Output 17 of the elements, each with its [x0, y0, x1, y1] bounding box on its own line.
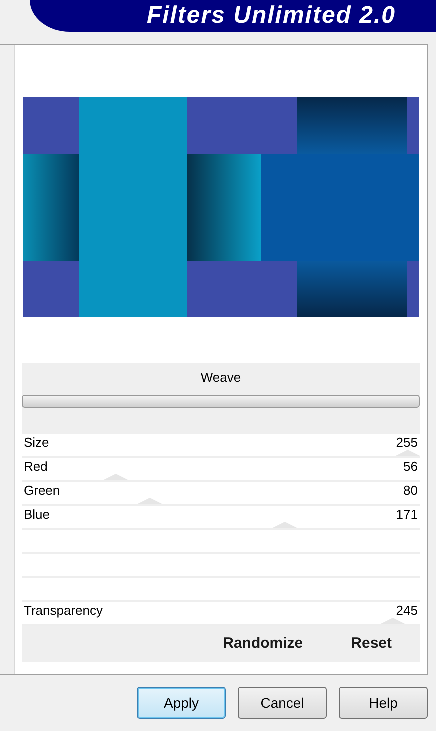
window-title: Filters Unlimited 2.0 [30, 0, 436, 32]
slider-value: 171 [396, 507, 418, 522]
slider-label: Transparency [24, 603, 103, 618]
filter-name: Weave [22, 363, 420, 393]
slider-value: 245 [396, 603, 418, 618]
slider-value: 255 [396, 435, 418, 450]
action-link[interactable]: Randomize [223, 632, 304, 656]
dialog-button[interactable]: Help [339, 687, 428, 719]
slider-label: Red [24, 459, 48, 474]
slider-label: Size [24, 435, 50, 450]
dialog-button[interactable]: Apply [137, 687, 226, 719]
slider-label: Green [24, 483, 60, 498]
action-link[interactable]: Reset [351, 632, 392, 656]
dialog-button[interactable]: Cancel [238, 687, 327, 719]
slider-value: 56 [404, 459, 418, 474]
slider-label: Blue [24, 507, 50, 522]
slider-value: 80 [404, 483, 418, 498]
